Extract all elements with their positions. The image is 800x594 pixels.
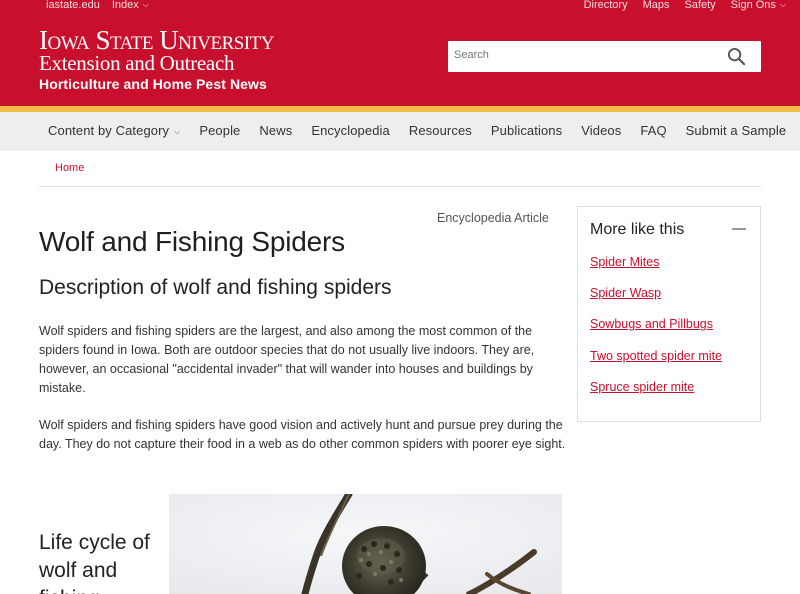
university-logo[interactable]: Iowa State University Extension and Outr… bbox=[39, 25, 274, 75]
main-nav: Content by Category ⌵ People News Encyclo… bbox=[0, 112, 800, 151]
utility-bar: iastate.edu Index ⌵ Directory Maps Safety… bbox=[0, 0, 800, 14]
site-name-link[interactable]: Horticulture and Home Pest News bbox=[39, 76, 267, 92]
collapse-icon[interactable] bbox=[732, 228, 746, 230]
safety-link[interactable]: Safety bbox=[684, 0, 715, 11]
article-subtitle: Description of wolf and fishing spiders bbox=[39, 276, 392, 299]
index-dropdown[interactable]: Index ⌵ bbox=[112, 0, 149, 11]
article-paragraph: Wolf spiders and fishing spiders have go… bbox=[39, 418, 566, 451]
nav-item-resources[interactable]: Resources bbox=[409, 123, 472, 138]
nav-item-label: Content by Category bbox=[48, 123, 170, 138]
sign-ons-dropdown[interactable]: Sign Ons ⌵ bbox=[731, 0, 786, 11]
list-item: Sowbugs and Pillbugs bbox=[590, 317, 722, 348]
nav-item-publications[interactable]: Publications bbox=[491, 123, 562, 138]
more-like-this-panel: More like this Spider Mites Spider Wasp … bbox=[577, 206, 761, 422]
maps-link[interactable]: Maps bbox=[643, 0, 670, 11]
chevron-down-icon: ⌵ bbox=[174, 127, 181, 136]
related-link-sowbugs[interactable]: Sowbugs and Pillbugs bbox=[590, 317, 713, 331]
nav-item-videos[interactable]: Videos bbox=[581, 123, 621, 138]
breadcrumb: Home bbox=[55, 162, 84, 174]
site-header: Iowa State University Extension and Outr… bbox=[0, 14, 800, 106]
directory-link[interactable]: Directory bbox=[584, 0, 628, 11]
article-paragraph: Wolf spiders and fishing spiders are the… bbox=[39, 324, 535, 395]
search-icon[interactable] bbox=[727, 47, 746, 66]
nav-item-news[interactable]: News bbox=[259, 123, 292, 138]
nav-item-content-by-category[interactable]: Content by Category ⌵ bbox=[48, 123, 180, 138]
related-link-spider-wasp[interactable]: Spider Wasp bbox=[590, 286, 661, 300]
list-item: Spider Mites bbox=[590, 255, 722, 286]
nav-item-encyclopedia[interactable]: Encyclopedia bbox=[311, 123, 390, 138]
nav-item-submit-a-sample[interactable]: Submit a Sample bbox=[686, 123, 787, 138]
list-item: Spider Wasp bbox=[590, 286, 722, 317]
iastate-link[interactable]: iastate.edu bbox=[46, 0, 100, 11]
related-link-spruce-mite[interactable]: Spruce spider mite bbox=[590, 380, 694, 394]
search-input[interactable] bbox=[454, 49, 714, 61]
chevron-down-icon: ⌵ bbox=[779, 0, 786, 9]
search-box bbox=[448, 41, 761, 72]
nav-item-people[interactable]: People bbox=[199, 123, 240, 138]
index-label: Index bbox=[111, 0, 139, 11]
breadcrumb-home-link[interactable]: Home bbox=[55, 162, 84, 174]
related-link-spider-mites[interactable]: Spider Mites bbox=[590, 255, 659, 269]
page-title: Wolf and Fishing Spiders bbox=[39, 226, 345, 257]
unit-wordmark: Extension and Outreach bbox=[39, 51, 235, 75]
sidebar-heading: More like this bbox=[590, 221, 685, 238]
article-type-label: Encyclopedia Article bbox=[437, 211, 549, 225]
list-item: Two spotted spider mite bbox=[590, 349, 722, 380]
sign-ons-label: Sign Ons bbox=[730, 0, 776, 11]
university-wordmark: Iowa State University bbox=[39, 25, 274, 55]
spider-photo-illustration bbox=[169, 494, 562, 594]
spider-photo bbox=[169, 494, 562, 594]
list-item: Spruce spider mite bbox=[590, 380, 722, 411]
related-link-two-spotted-mite[interactable]: Two spotted spider mite bbox=[590, 349, 722, 363]
divider bbox=[39, 186, 761, 187]
nav-item-faq[interactable]: FAQ bbox=[640, 123, 666, 138]
section-heading: Life cycle of wolf and fishing bbox=[39, 531, 150, 594]
chevron-down-icon: ⌵ bbox=[142, 0, 149, 9]
